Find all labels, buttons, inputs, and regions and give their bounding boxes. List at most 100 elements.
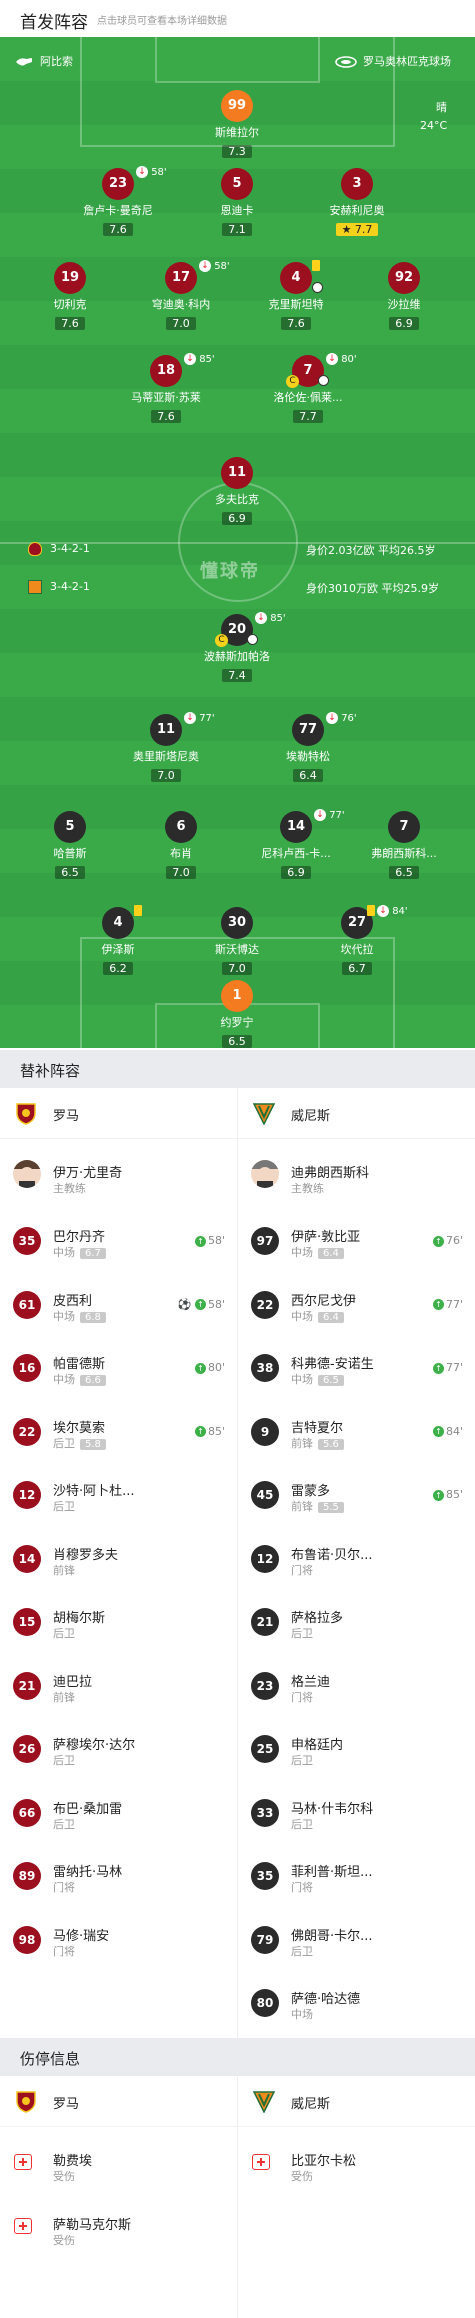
sub-in-tag: ⚽ ↑ 58': [178, 1298, 225, 1311]
position-label: 前锋: [53, 1563, 75, 1577]
home-sub-row[interactable]: 35 巴尔丹齐 中场 6.7 ↑ 58': [0, 1210, 237, 1272]
away-sub-row[interactable]: 33 马林·什韦尔科 后卫: [238, 1782, 475, 1844]
home-sub-row[interactable]: 98 马修·瑞安 门将: [0, 1909, 237, 1971]
away-sub-row[interactable]: 12 布鲁诺·贝尔... 门将: [238, 1528, 475, 1590]
player-home-mid-3[interactable]: 4 克里斯坦特 7.6: [236, 260, 356, 331]
player-home-def-3[interactable]: 3 安赫利尼奥 ★ 7.7: [297, 168, 417, 237]
player-rating: 6.4: [293, 769, 323, 782]
player-name: 格兰迪: [291, 1674, 331, 1690]
jersey-number: 77: [292, 714, 324, 746]
player-name: 萨穆埃尔·达尔: [53, 1738, 136, 1753]
captain-badge: C: [215, 634, 228, 647]
jersey-number: 89: [13, 1862, 41, 1890]
team-name: 威尼斯: [291, 2097, 331, 2112]
player-name: 伊泽斯: [101, 943, 135, 956]
page-title: 首发阵容: [20, 13, 88, 33]
player-home-mid-4[interactable]: 92 沙拉维 6.9: [344, 262, 464, 331]
injury-row[interactable]: 萨勒马克尔斯 受伤: [0, 2198, 237, 2260]
player-position: 门将: [291, 1689, 313, 1705]
player-name: 布鲁诺·贝尔...: [291, 1547, 373, 1563]
home-sub-row[interactable]: 14 肖穆罗多夫 前锋: [0, 1528, 237, 1590]
sub-in-tag: ↑ 77': [432, 1361, 463, 1374]
player-position: 后卫 5.8: [53, 1435, 106, 1451]
away-sub-row[interactable]: 38 科弗德-安诺生 中场 6.5 ↑ 77': [238, 1337, 475, 1399]
home-sub-row[interactable]: 61 皮西利 中场 6.8 ⚽ ↑ 58': [0, 1274, 237, 1336]
injury-away-team[interactable]: 威尼斯: [238, 2076, 475, 2126]
player-home-st[interactable]: 11 多夫比克 6.9: [177, 457, 297, 526]
player-away-def-2[interactable]: 30 斯沃博达 7.0: [177, 907, 297, 976]
home-sub-row[interactable]: 21 迪巴拉 前锋: [0, 1655, 237, 1717]
player-name: 迪巴拉: [53, 1674, 93, 1690]
player-away-mid-4[interactable]: 7 弗朗西斯科... 6.5: [344, 811, 464, 880]
home-sub-row[interactable]: 26 萨穆埃尔·达尔 后卫: [0, 1718, 237, 1780]
player-away-att-1[interactable]: 11 ↓ 77' 奥里斯塔尼奥 7.0: [106, 712, 226, 783]
star-rating: 7.7: [354, 223, 373, 236]
away-sub-row[interactable]: 21 萨格拉多 后卫: [238, 1591, 475, 1653]
home-coach-row[interactable]: 伊万·尤里奇 主教练: [0, 1146, 237, 1208]
sub-out-icon: ↓: [184, 712, 196, 724]
position-label: 后卫: [53, 1627, 75, 1640]
away-sub-row[interactable]: 35 菲利普·斯坦... 门将: [238, 1845, 475, 1907]
injury-row[interactable]: 比亚尔卡松 受伤: [238, 2134, 475, 2196]
player-name: 西尔尼戈伊: [291, 1293, 357, 1309]
player-away-mid-3[interactable]: 14 ↓ 77' 尼科卢西-卡... 6.9: [236, 809, 356, 880]
home-sub-row[interactable]: 66 布巴·桑加雷 后卫: [0, 1782, 237, 1844]
subs-home-team[interactable]: 罗马: [0, 1088, 237, 1138]
player-position: 后卫: [53, 1625, 75, 1641]
sub-in-tag: ↑ 80': [194, 1361, 225, 1374]
player-name: 布巴·桑加雷: [53, 1801, 123, 1817]
player-name: 多夫比克: [215, 493, 259, 506]
player-rating: 6.9: [389, 317, 419, 330]
player-name: 肖穆罗多夫: [53, 1547, 119, 1563]
away-sub-row[interactable]: 79 佛朗哥·卡尔... 后卫: [238, 1909, 475, 1971]
sub-in-icon: ↑: [432, 1489, 444, 1501]
player-away-mid-2[interactable]: 6 布肖 7.0: [121, 811, 241, 880]
player-rating: 6.5: [222, 1035, 252, 1048]
player-rating: 6.5: [318, 1375, 344, 1386]
home-sub-row[interactable]: 12 沙特·阿卜杜... 后卫: [0, 1464, 237, 1526]
player-home-mid-1[interactable]: 19 切利克 7.6: [10, 262, 130, 331]
jersey-number: 6: [165, 811, 197, 843]
sub-out-icon: ↓: [136, 166, 148, 178]
player-away-gk[interactable]: 1 约罗宁 6.5: [177, 980, 297, 1048]
player-rating: 6.6: [80, 1375, 106, 1386]
player-away-mid-1[interactable]: 5 哈普斯 6.5: [10, 811, 130, 880]
away-sub-row[interactable]: 23 格兰迪 门将: [238, 1655, 475, 1717]
away-sub-row[interactable]: 80 萨德·哈达德 中场: [238, 1972, 475, 2034]
injury-row[interactable]: 勒费埃 受伤: [0, 2134, 237, 2196]
player-away-att-2[interactable]: 77 ↓ 76' 埃勒特松 6.4: [248, 712, 368, 783]
player-home-mid-2[interactable]: 17 ↓ 58' 穹迪奥·科内 7.0: [121, 260, 241, 331]
player-away-st[interactable]: 20 ↓ 85' C 波赫斯加帕洛 7.4: [177, 612, 297, 683]
subs-away-team[interactable]: 威尼斯: [238, 1088, 475, 1138]
injury-home-team[interactable]: 罗马: [0, 2076, 237, 2126]
home-sub-row[interactable]: 22 埃尔莫索 后卫 5.8 ↑ 85': [0, 1401, 237, 1463]
home-sub-row[interactable]: 89 雷纳托·马林 门将: [0, 1845, 237, 1907]
away-sub-row[interactable]: 22 西尔尼戈伊 中场 6.4 ↑ 77': [238, 1274, 475, 1336]
home-sub-row[interactable]: 15 胡梅尔斯 后卫: [0, 1591, 237, 1653]
top-goal-box: [155, 37, 320, 83]
home-sub-row[interactable]: 16 帕雷德斯 中场 6.6 ↑ 80': [0, 1337, 237, 1399]
away-coach-row[interactable]: 迪弗朗西斯科 主教练: [238, 1146, 475, 1208]
jersey-number: 23: [251, 1671, 279, 1700]
player-home-att-1[interactable]: 18 ↓ 85' 马蒂亚斯·苏莱 7.6: [106, 353, 226, 424]
coach-avatar: [13, 1160, 41, 1188]
jersey-number: 16: [13, 1354, 41, 1382]
jersey-number: 17: [165, 262, 197, 294]
away-sub-row[interactable]: 25 申格廷内 后卫: [238, 1718, 475, 1780]
away-sub-row[interactable]: 9 吉特夏尔 前锋 5.6 ↑ 84': [238, 1401, 475, 1463]
player-rating: 7.6: [103, 223, 133, 236]
player-away-def-3[interactable]: 27 ↓ 84' 坎代拉 6.7: [297, 905, 417, 976]
player-home-def-2[interactable]: 5 恩迪卡 7.1: [177, 168, 297, 237]
player-away-def-1[interactable]: 4 伊泽斯 6.2: [58, 905, 178, 976]
player-rating: 7.3: [222, 145, 252, 158]
jersey-number: 12: [251, 1544, 279, 1573]
player-home-def-1[interactable]: 23 ↓ 58' 詹卢卡·曼奇尼 7.6: [58, 166, 178, 237]
page-hint: 点击球员可查看本场详细数据: [97, 16, 227, 27]
player-home-att-2[interactable]: 7 ↓ 80' C 洛伦佐·佩莱... 7.7: [248, 353, 368, 424]
player-rating: 7.6: [151, 410, 181, 423]
position-label: 后卫: [53, 1754, 75, 1767]
player-name: 萨勒马克尔斯: [53, 2218, 132, 2233]
player-home-gk[interactable]: 99 斯维拉尔 7.3: [177, 90, 297, 159]
away-sub-row[interactable]: 97 伊萨·敦比亚 中场 6.4 ↑ 76': [238, 1210, 475, 1272]
away-sub-row[interactable]: 45 雷蒙多 前锋 5.5 ↑ 85': [238, 1464, 475, 1526]
